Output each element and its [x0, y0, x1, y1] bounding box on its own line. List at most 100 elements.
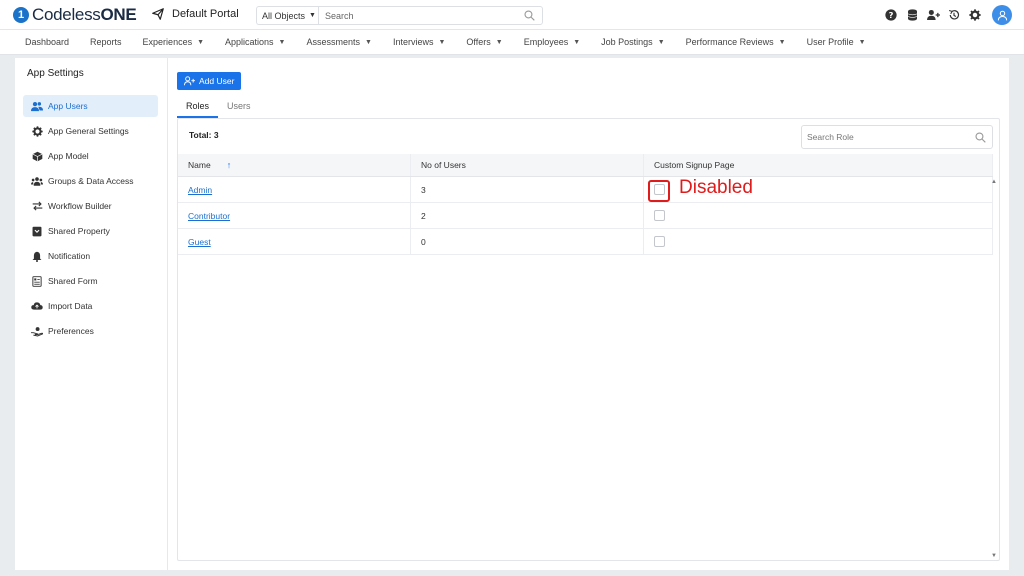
caret-down-icon: ▼	[438, 38, 446, 46]
sort-ascending-icon[interactable]: ↑	[227, 160, 232, 170]
sidebar-item-notification[interactable]: Notification	[23, 245, 158, 267]
sidebar-item-shared-property[interactable]: Shared Property	[23, 220, 158, 242]
object-scope-select[interactable]: All Objects ▼	[256, 6, 318, 25]
sidebar-item-preferences[interactable]: Preferences	[23, 320, 158, 342]
cube-icon	[31, 150, 43, 162]
nav-item-job-postings[interactable]: Job Postings ▼	[601, 37, 664, 47]
portal-selector[interactable]: Default Portal	[152, 8, 239, 20]
caret-down-icon: ▼	[309, 12, 316, 19]
role-name-cell: Guest	[178, 229, 411, 254]
logo-icon: 1	[13, 7, 29, 23]
table-row: Guest 0	[178, 229, 993, 255]
sidebar-list: App Users App General Settings App Model Gr…	[23, 95, 158, 345]
group-icon	[31, 175, 43, 187]
caret-down-icon: ▼	[278, 38, 286, 46]
role-name-link[interactable]: Contributor	[188, 211, 230, 221]
sidebar-item-groups-and-data-access[interactable]: Groups & Data Access	[23, 170, 158, 192]
app-settings-sidebar: App Settings App Users App General Settin…	[15, 58, 168, 570]
sidebar-item-label: App Model	[48, 151, 89, 161]
sidebar-item-shared-form[interactable]: Shared Form	[23, 270, 158, 292]
column-header-custom-signup[interactable]: Custom Signup Page	[644, 154, 993, 176]
custom-signup-checkbox[interactable]	[654, 210, 665, 221]
form-icon	[31, 275, 43, 287]
sidebar-item-workflow-builder[interactable]: Workflow Builder	[23, 195, 158, 217]
sidebar-item-label: Groups & Data Access	[48, 176, 134, 186]
nav-item-performance-reviews[interactable]: Performance Reviews ▼	[686, 37, 786, 47]
tab-users[interactable]: Users	[218, 98, 260, 118]
role-name-cell: Admin	[178, 177, 411, 202]
object-scope-value: All Objects	[262, 10, 306, 21]
nav-item-assessments[interactable]: Assessments ▼	[306, 37, 371, 47]
nav-item-user-profile[interactable]: User Profile ▼	[807, 37, 866, 47]
nav-item-offers[interactable]: Offers ▼	[466, 37, 502, 47]
total-count: Total: 3	[189, 130, 219, 140]
sidebar-item-label: App General Settings	[48, 126, 129, 136]
scroll-up-icon[interactable]: ▲	[991, 179, 997, 185]
app-logo[interactable]: 1 CodelessONE	[13, 5, 137, 24]
gear-icon	[31, 125, 43, 137]
main-content: Add User Roles Users Total: 3 Search Role…	[168, 58, 1009, 570]
search-icon[interactable]	[975, 132, 986, 143]
scroll-down-icon[interactable]: ▼	[991, 553, 997, 559]
settings-gear-icon[interactable]	[968, 8, 982, 22]
bell-icon	[31, 250, 43, 262]
column-header-users[interactable]: No of Users	[411, 154, 644, 176]
table-scrollbar[interactable]: ▲ ▼	[991, 154, 999, 561]
sidebar-item-app-general-settings[interactable]: App General Settings	[23, 120, 158, 142]
search-icon[interactable]	[524, 10, 535, 21]
nav-item-applications[interactable]: Applications ▼	[225, 37, 285, 47]
tab-roles[interactable]: Roles	[177, 98, 219, 118]
sidebar-item-app-model[interactable]: App Model	[23, 145, 158, 167]
main-nav: Dashboard Reports Experiences ▼ Applications…	[0, 30, 1024, 55]
sidebar-item-app-users[interactable]: App Users	[23, 95, 158, 117]
history-icon[interactable]	[947, 8, 961, 22]
hand-user-icon	[31, 325, 43, 337]
roles-table: Name ↑ No of Users Custom Signup Page Ad…	[178, 154, 993, 255]
caret-down-icon: ▼	[495, 38, 503, 46]
nav-item-dashboard[interactable]: Dashboard	[25, 37, 69, 47]
paper-plane-icon	[152, 8, 164, 20]
custom-signup-checkbox[interactable]	[654, 236, 665, 247]
shared-property-icon	[31, 225, 43, 237]
caret-down-icon: ▼	[858, 38, 866, 46]
table-row: Admin 3	[178, 177, 993, 203]
add-user-label: Add User	[199, 76, 235, 86]
nav-item-interviews[interactable]: Interviews ▼	[393, 37, 445, 47]
custom-signup-cell	[644, 229, 993, 254]
roles-panel: Total: 3 Search Role Name ↑ No of Users …	[177, 118, 1000, 561]
annotation-label: Disabled	[679, 177, 753, 198]
caret-down-icon: ▼	[365, 38, 372, 46]
global-search-input[interactable]: Search	[318, 6, 543, 25]
sidebar-title: App Settings	[27, 68, 84, 79]
user-count-cell: 2	[411, 203, 644, 228]
nav-item-experiences[interactable]: Experiences ▼	[143, 37, 204, 47]
sidebar-item-label: Shared Property	[48, 226, 110, 236]
role-search-input[interactable]: Search Role	[801, 125, 993, 149]
user-avatar[interactable]	[992, 5, 1012, 25]
sidebar-item-label: Notification	[48, 251, 91, 261]
portal-name: Default Portal	[172, 8, 239, 20]
global-search-placeholder: Search	[325, 10, 354, 21]
database-icon[interactable]	[905, 8, 919, 22]
custom-signup-cell	[644, 203, 993, 228]
top-bar: 1 CodelessONE Default Portal All Objects…	[0, 0, 1024, 30]
column-header-name[interactable]: Name ↑	[178, 154, 411, 176]
caret-down-icon: ▼	[657, 38, 665, 46]
sidebar-item-label: Preferences	[48, 326, 94, 336]
nav-item-reports[interactable]: Reports	[90, 37, 122, 47]
top-actions: ?	[877, 5, 1012, 25]
table-row: Contributor 2	[178, 203, 993, 229]
role-name-link[interactable]: Admin	[188, 185, 212, 195]
add-user-button[interactable]: Add User	[177, 72, 242, 90]
sidebar-item-label: Import Data	[48, 301, 93, 311]
cloud-upload-icon	[31, 300, 43, 312]
sidebar-item-import-data[interactable]: Import Data	[23, 295, 158, 317]
sidebar-item-label: Shared Form	[48, 276, 98, 286]
users-icon	[31, 100, 43, 112]
role-name-link[interactable]: Guest	[188, 237, 211, 247]
caret-down-icon: ▼	[573, 38, 581, 46]
add-user-icon[interactable]	[926, 8, 940, 22]
nav-item-employees[interactable]: Employees ▼	[524, 37, 580, 47]
help-icon[interactable]: ?	[884, 8, 898, 22]
sidebar-item-label: Workflow Builder	[48, 201, 112, 211]
